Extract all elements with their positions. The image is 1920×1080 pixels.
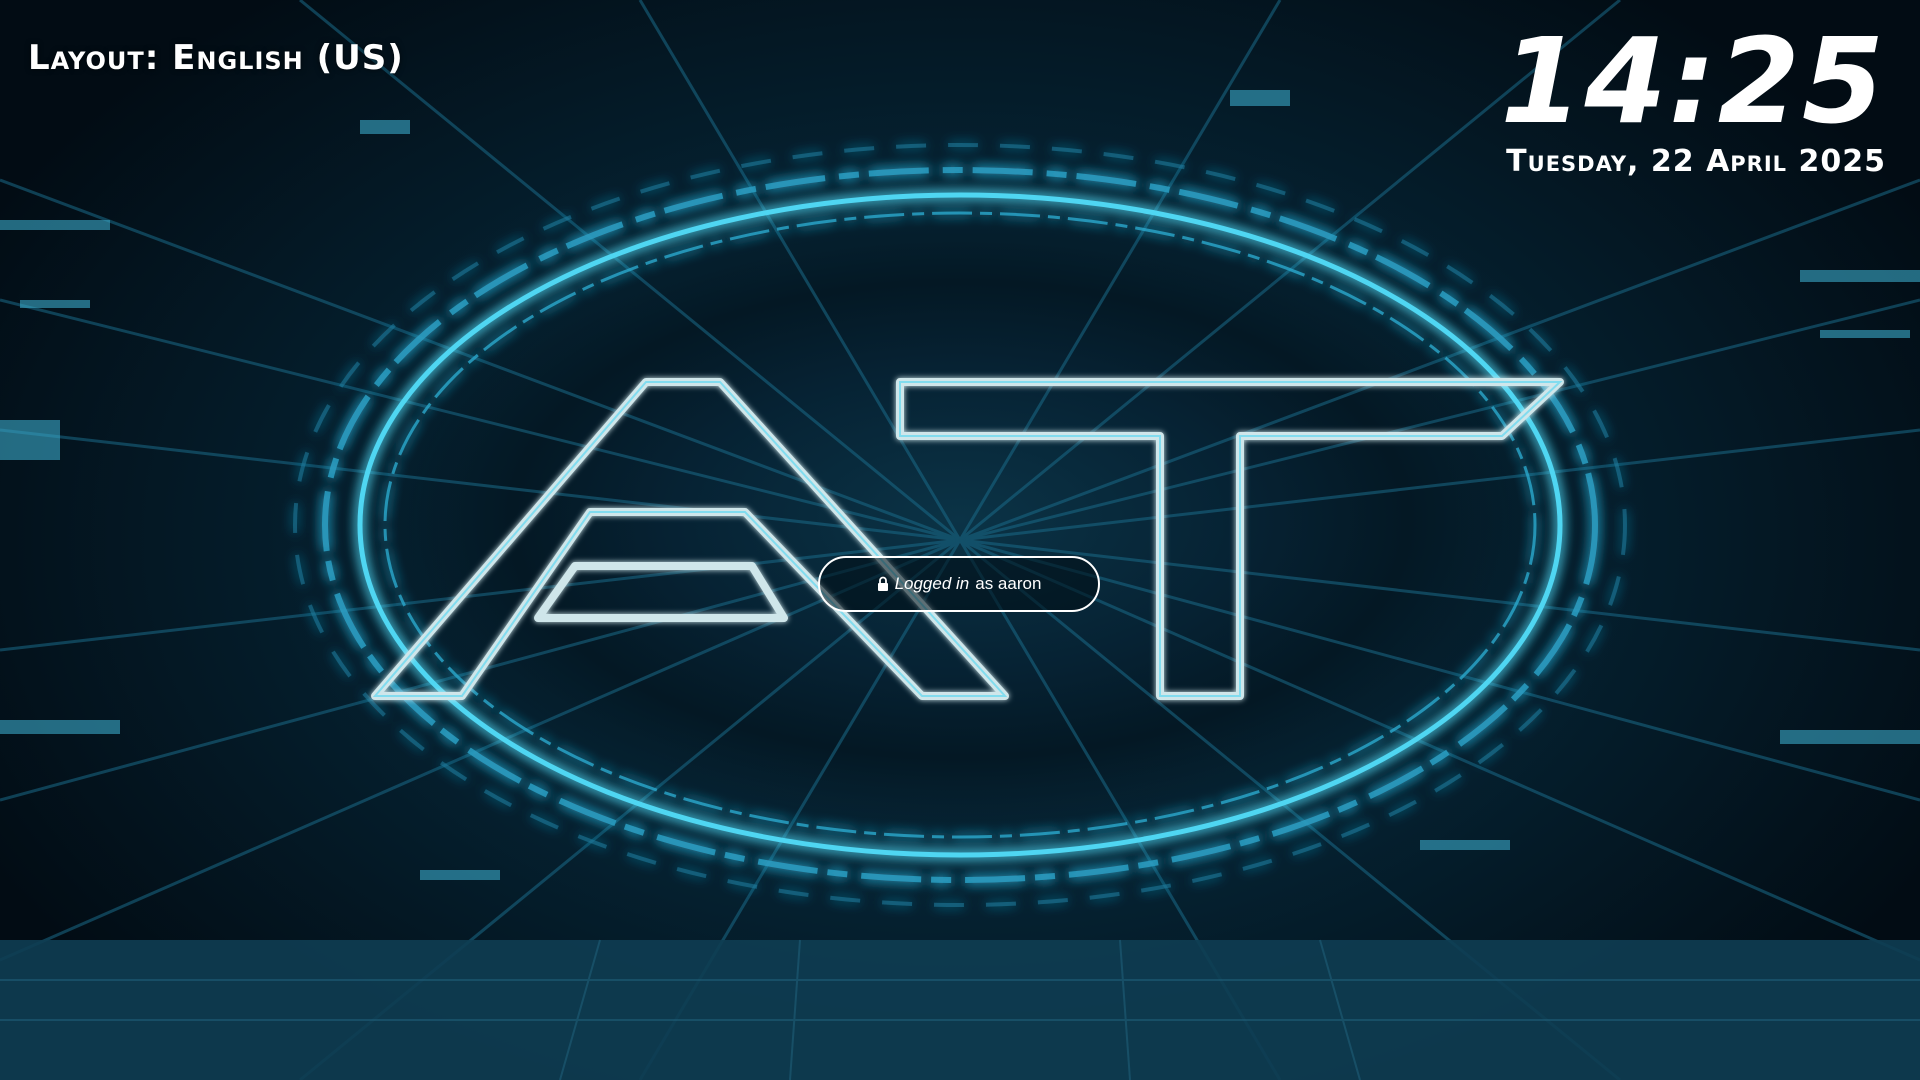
clock: 14:25 Tuesday, 22 April 2025 (1500, 12, 1886, 179)
keyboard-layout-label: Layout: English (US) (28, 38, 404, 78)
keyboard-layout-indicator[interactable]: Layout: English (US) (28, 38, 404, 78)
lock-screen: AT Layout: English (US) 14:25 Tuesday, 2… (0, 0, 1920, 1080)
lock-icon (877, 576, 888, 591)
login-status-user: as aaron (975, 574, 1042, 593)
logged-in-user-button[interactable]: Logged in as aaron (818, 556, 1100, 612)
clock-date: Tuesday, 22 April 2025 (1506, 143, 1886, 179)
clock-time: 14:25 (1500, 12, 1886, 150)
login-status-prefix: Logged in (894, 574, 970, 593)
